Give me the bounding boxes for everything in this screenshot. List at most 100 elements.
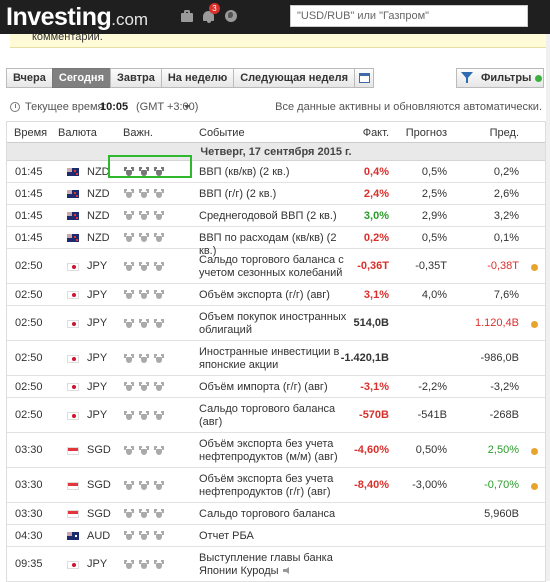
bull-icon [139, 531, 149, 541]
bull-icon [139, 261, 149, 272]
event-name[interactable]: Сальдо торгового баланса [199, 508, 349, 521]
currency-code: JPY [87, 380, 108, 393]
table-row[interactable]: 01:45 NZD ВВП по расходам (кв/кв) (2 кв.) 0… [7, 227, 545, 257]
importance-icons [124, 531, 168, 541]
flag-icon [67, 168, 79, 176]
importance-icons [124, 261, 168, 272]
event-time: 01:45 [15, 231, 43, 244]
bull-icon [124, 410, 134, 421]
bull-icon [154, 211, 164, 221]
actual-value: -4,60% [354, 444, 389, 456]
chevron-down-icon[interactable] [184, 105, 190, 109]
currency-code: JPY [87, 260, 108, 272]
currency-code: SGD [87, 507, 111, 520]
previous-value: 2,50% [487, 444, 519, 456]
bull-icon [154, 353, 164, 364]
table-row[interactable]: 02:50 JPY Иностранные инвестиции в японски… [7, 341, 545, 376]
event-time: 03:30 [15, 479, 43, 491]
scrollbar[interactable] [546, 34, 550, 581]
table-row[interactable]: 02:50 JPY Объём экспорта (г/г) (авг) 3,1% 4,… [7, 284, 545, 306]
tab-2[interactable]: Завтра [110, 68, 162, 88]
flag-icon [67, 560, 79, 569]
event-name[interactable]: Объём импорта (г/г) (авг) [199, 381, 349, 394]
table-row[interactable]: 09:35 JPY Выступление главы банка Японии К… [7, 547, 545, 582]
event-time: 03:30 [15, 507, 43, 520]
col-previous[interactable]: Пред. [490, 127, 519, 139]
col-importance[interactable]: Важн. [123, 127, 153, 139]
logo-main: Investing [6, 3, 112, 31]
importance-highlight-box [108, 155, 192, 178]
flag-icon [67, 411, 79, 420]
logo-suffix: .com [111, 10, 149, 29]
table-row[interactable]: 03:30 SGD Объём экспорта без учета нефтепр… [7, 468, 545, 503]
forecast-value: -3,00% [412, 479, 447, 491]
flag-icon [67, 291, 79, 299]
col-forecast[interactable]: Прогноз [406, 127, 447, 139]
globe-icon[interactable] [224, 9, 238, 23]
filter-button[interactable]: Фильтры [456, 68, 544, 88]
table-row[interactable]: 01:45 NZD Среднегодовой ВВП (2 кв.) 3,0% 2,9… [7, 205, 545, 227]
previous-value: 1.120,4B [474, 317, 519, 329]
currency-code: NZD [87, 165, 110, 178]
previous-value: -268B [489, 409, 519, 421]
event-time: 01:45 [15, 209, 43, 222]
table-row[interactable]: 02:50 JPY Сальдо торгового баланса (авг) -5… [7, 398, 545, 433]
actual-value: -3,1% [360, 380, 389, 393]
event-name[interactable]: Объем покупок иностранных облигаций [199, 311, 349, 337]
event-name[interactable]: Сальдо торгового баланса с учетом сезонн… [199, 254, 349, 280]
logo[interactable]: Investing.com [6, 3, 148, 32]
forecast-value: -2,2% [418, 380, 447, 393]
col-time[interactable]: Время [14, 127, 47, 139]
event-time: 02:50 [15, 288, 43, 301]
filter-label: Фильтры [481, 72, 532, 84]
flag-icon [67, 190, 79, 198]
previous-value: -3,2% [490, 380, 519, 393]
event-name[interactable]: Объём экспорта (г/г) (авг) [199, 289, 349, 302]
table-row[interactable]: 03:30 SGD Объём экспорта без учета нефтепр… [7, 433, 545, 468]
tab-3[interactable]: На неделю [160, 68, 235, 88]
calendar-button[interactable] [354, 68, 375, 88]
event-time: 01:45 [15, 187, 43, 200]
flag-icon [67, 510, 79, 518]
event-name[interactable]: Объём экспорта без учета нефтепродуктов … [199, 473, 349, 499]
calendar-icon [359, 73, 371, 83]
clock-icon [10, 102, 20, 112]
bull-icon [124, 531, 134, 541]
bull-icon [139, 480, 149, 491]
table-row[interactable]: 02:50 JPY Сальдо торгового баланса с учето… [7, 249, 545, 284]
notification-badge: 3 [209, 3, 220, 14]
table-row[interactable]: 01:45 NZD ВВП (г/г) (2 кв.) 2,4% 2,5% 2,6% [7, 183, 545, 205]
col-event[interactable]: Событие [199, 127, 245, 139]
auto-update-status: Все данные активны и обновляются автомат… [275, 101, 542, 113]
tab-0[interactable]: Вчера [6, 68, 53, 88]
event-name[interactable]: Объём экспорта без учета нефтепродуктов … [199, 438, 349, 464]
table-row[interactable]: 01:45 NZD ВВП (кв/кв) (2 кв.) 0,4% 0,5% 0,2% [7, 161, 545, 183]
event-name[interactable]: Отчет РБА [199, 530, 349, 543]
currency-code: JPY [87, 352, 108, 364]
col-currency[interactable]: Валюта [58, 127, 97, 139]
event-name[interactable]: ВВП (кв/кв) (2 кв.) [199, 166, 349, 179]
table-row[interactable]: 04:30 AUD Отчет РБА [7, 525, 545, 547]
col-actual[interactable]: Факт. [363, 127, 389, 139]
bull-icon [139, 189, 149, 199]
notice-text: комментарии. [10, 34, 546, 48]
table-row[interactable]: 02:50 JPY Объём импорта (г/г) (авг) -3,1% -2… [7, 376, 545, 398]
tab-4[interactable]: Следующая неделя [233, 68, 356, 88]
table-row[interactable]: 02:50 JPY Объем покупок иностранных облига… [7, 306, 545, 341]
importance-icons [124, 509, 168, 519]
flag-icon [67, 481, 79, 490]
event-name[interactable]: Среднегодовой ВВП (2 кв.) [199, 210, 349, 223]
briefcase-icon[interactable] [180, 9, 194, 23]
flag-icon [67, 212, 79, 220]
event-name[interactable]: Выступление главы банка Японии Куроды [199, 552, 349, 578]
tab-1[interactable]: Сегодня [51, 68, 111, 88]
event-name[interactable]: Иностранные инвестиции в японские акции [199, 346, 349, 372]
event-name[interactable]: ВВП (г/г) (2 кв.) [199, 188, 349, 201]
previous-value: 3,2% [493, 209, 519, 222]
search-input[interactable] [290, 5, 528, 27]
bull-icon [139, 445, 149, 456]
table-row[interactable]: 03:30 SGD Сальдо торгового баланса 5,960B [7, 503, 545, 525]
funnel-icon [461, 72, 475, 84]
event-name[interactable]: Сальдо торгового баланса (авг) [199, 403, 349, 429]
event-time: 02:50 [15, 260, 43, 272]
